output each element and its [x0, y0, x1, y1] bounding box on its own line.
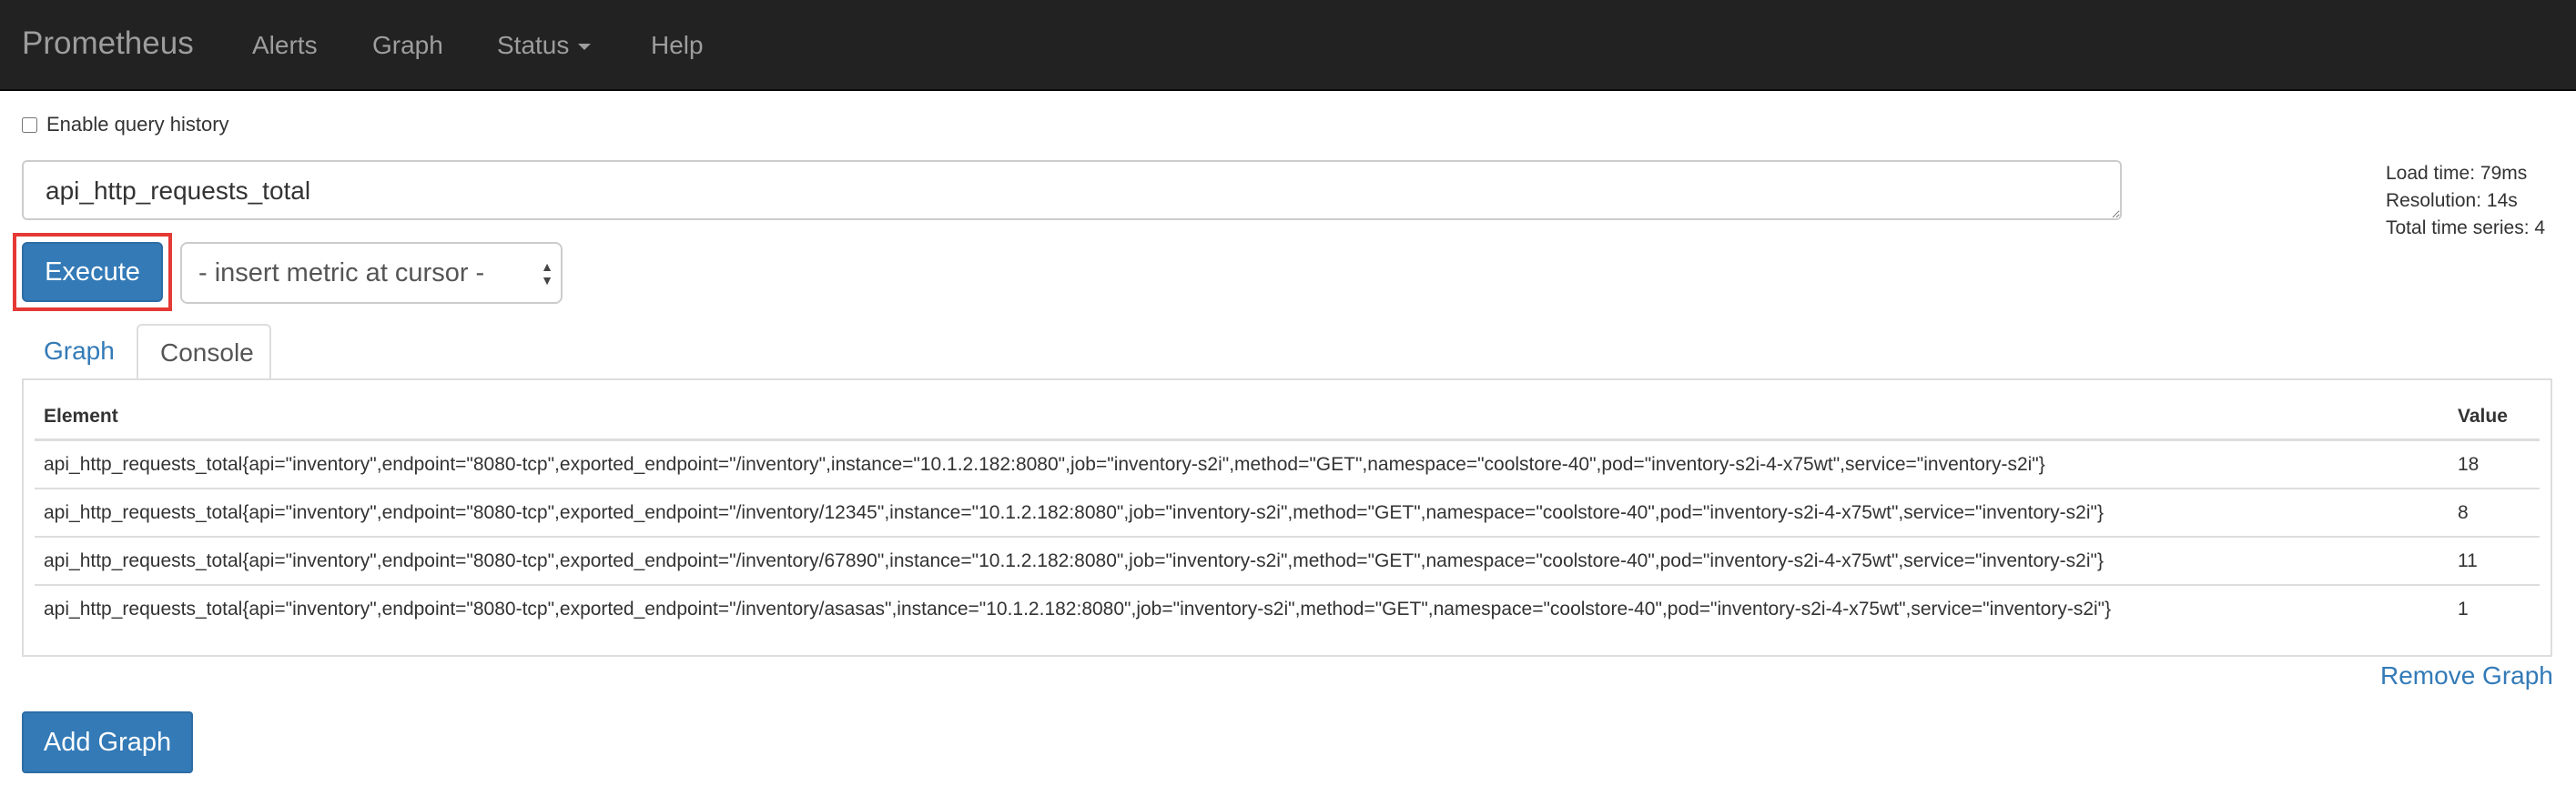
- element-column-header: Element: [35, 397, 2449, 441]
- remove-graph-link[interactable]: Remove Graph: [2380, 661, 2553, 690]
- row-element: api_http_requests_total{api="inventory",…: [35, 536, 2449, 585]
- row-element: api_http_requests_total{api="inventory",…: [35, 438, 2449, 489]
- query-history-toggle[interactable]: Enable query history: [22, 113, 229, 136]
- nav-alerts-link[interactable]: Alerts: [252, 31, 318, 60]
- insert-metric-label: - insert metric at cursor -: [198, 257, 485, 287]
- row-value: 8: [2449, 488, 2540, 537]
- tab-graph[interactable]: Graph: [22, 324, 137, 380]
- table-row: api_http_requests_total{api="inventory",…: [35, 584, 2540, 632]
- view-tabs: Graph Console: [22, 324, 2552, 380]
- row-value: 1: [2449, 584, 2540, 632]
- up-down-arrows-icon: ▲ ▼: [541, 259, 553, 287]
- row-element: api_http_requests_total{api="inventory",…: [35, 488, 2449, 537]
- row-value: 18: [2449, 438, 2540, 489]
- table-row: api_http_requests_total{api="inventory",…: [35, 438, 2540, 489]
- total-time-series: Total time series: 4: [2386, 217, 2546, 238]
- expression-input[interactable]: api_http_requests_total: [22, 160, 2122, 220]
- load-time: Load time: 79ms: [2386, 163, 2528, 184]
- nav-graph-link[interactable]: Graph: [372, 31, 443, 60]
- table-row: api_http_requests_total{api="inventory",…: [35, 536, 2540, 585]
- tab-console[interactable]: Console: [137, 324, 271, 380]
- add-graph-button[interactable]: Add Graph: [22, 711, 193, 773]
- caret-down-icon: [578, 44, 592, 51]
- row-element: api_http_requests_total{api="inventory",…: [35, 584, 2449, 632]
- nav-status-dropdown[interactable]: Status: [497, 31, 592, 60]
- table-row: api_http_requests_total{api="inventory",…: [35, 488, 2540, 537]
- nav-status-label: Status: [497, 31, 570, 59]
- insert-metric-select[interactable]: - insert metric at cursor - ▲ ▼: [180, 242, 563, 304]
- console-table: Element Value api_http_requests_total{ap…: [35, 397, 2540, 632]
- query-stats: Load time: 79ms Resolution: 14s Total ti…: [2386, 160, 2545, 242]
- value-column-header: Value: [2449, 397, 2540, 441]
- nav-help-link[interactable]: Help: [651, 31, 704, 60]
- row-value: 11: [2449, 536, 2540, 585]
- table-header-row: Element Value: [35, 397, 2540, 441]
- query-history-label: Enable query history: [46, 113, 229, 136]
- navbar: Prometheus Alerts Graph Status Help: [0, 0, 2576, 91]
- brand-link[interactable]: Prometheus: [22, 25, 194, 62]
- query-history-checkbox[interactable]: [22, 116, 37, 133]
- resolution: Resolution: 14s: [2386, 190, 2518, 211]
- console-panel: Element Value api_http_requests_total{ap…: [22, 378, 2552, 657]
- execute-button[interactable]: Execute: [22, 242, 163, 302]
